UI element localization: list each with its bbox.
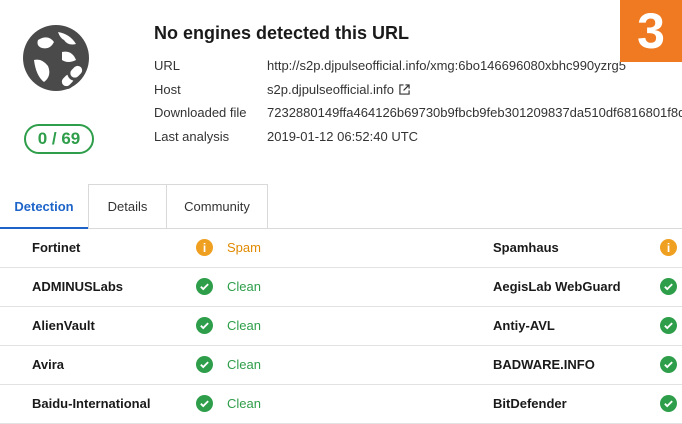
check-circle-icon	[660, 278, 677, 295]
tab-bar: Detection Details Community	[0, 184, 682, 229]
engine-name: Fortinet	[32, 240, 81, 255]
engine-name: AegisLab WebGuard	[493, 279, 621, 294]
engine-name: Avira	[32, 357, 65, 372]
engine-result	[660, 384, 682, 423]
downloaded-file-value[interactable]: 7232880149ffa464126b69730b9fbcb9feb30120…	[267, 105, 682, 120]
engine-result-text: Clean	[227, 357, 261, 372]
engine-result-text: Clean	[227, 279, 261, 294]
external-link-icon[interactable]	[399, 84, 410, 95]
engine-name: BADWARE.INFO	[493, 357, 595, 372]
engine-result: i Spam	[196, 228, 261, 267]
engine-name: Antiy-AVL	[493, 318, 555, 333]
table-row: AlienVault Clean Antiy-AVL	[0, 306, 682, 346]
tab-community[interactable]: Community	[166, 184, 268, 228]
engine-result-text: Clean	[227, 396, 261, 411]
table-row: Fortinet i Spam Spamhaus i	[0, 228, 682, 268]
engine-result-text: Spam	[227, 240, 261, 255]
engine-result: Clean	[196, 306, 261, 345]
check-circle-icon	[196, 356, 213, 373]
engine-result: i	[660, 228, 682, 267]
engine-result	[660, 267, 682, 306]
tab-details[interactable]: Details	[88, 184, 167, 228]
info-circle-icon: i	[196, 239, 213, 256]
engine-name: BitDefender	[493, 396, 567, 411]
engine-result: Clean	[196, 345, 261, 384]
step-badge: 3	[620, 0, 682, 62]
globe-link-icon	[23, 25, 89, 91]
info-circle-icon: i	[660, 239, 677, 256]
table-row: Baidu-International Clean BitDefender	[0, 384, 682, 424]
table-row: Avira Clean BADWARE.INFO	[0, 345, 682, 385]
engine-result	[660, 306, 682, 345]
check-circle-icon	[660, 356, 677, 373]
url-label: URL	[154, 58, 181, 73]
check-circle-icon	[196, 278, 213, 295]
tab-detection[interactable]: Detection	[0, 184, 88, 229]
check-circle-icon	[196, 395, 213, 412]
engine-name: Spamhaus	[493, 240, 559, 255]
engine-result	[660, 345, 682, 384]
table-row: ADMINUSLabs Clean AegisLab WebGuard	[0, 267, 682, 307]
engine-result-text: Clean	[227, 318, 261, 333]
engine-name: ADMINUSLabs	[32, 279, 124, 294]
engine-result: Clean	[196, 267, 261, 306]
host-value[interactable]: s2p.djpulseofficial.info	[267, 82, 410, 97]
check-circle-icon	[660, 395, 677, 412]
report-header: 0 / 69 No engines detected this URL URL …	[0, 0, 682, 184]
last-analysis-label: Last analysis	[154, 129, 230, 144]
page-title: No engines detected this URL	[154, 23, 410, 43]
downloaded-file-label: Downloaded file	[154, 105, 247, 120]
host-link[interactable]: s2p.djpulseofficial.info	[267, 82, 394, 97]
check-circle-icon	[196, 317, 213, 334]
last-analysis-value: 2019-01-12 06:52:40 UTC	[267, 129, 419, 144]
host-label: Host	[154, 82, 181, 97]
engine-name: Baidu-International	[32, 396, 151, 411]
check-circle-icon	[660, 317, 677, 334]
engine-name: AlienVault	[32, 318, 95, 333]
engine-result: Clean	[196, 384, 261, 423]
url-value: http://s2p.djpulseofficial.info/xmg:6bo1…	[267, 58, 626, 73]
detection-score: 0 / 69	[24, 124, 94, 154]
